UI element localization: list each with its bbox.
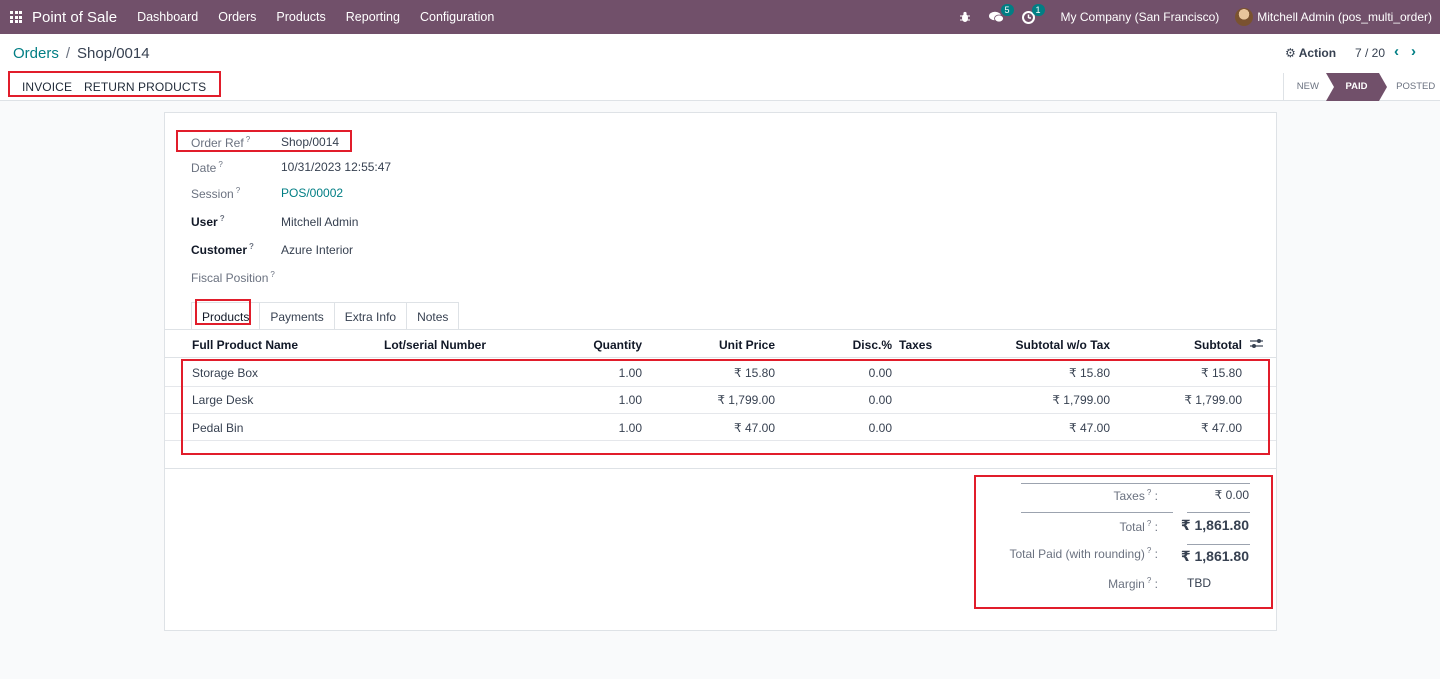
highlight-box-totals — [974, 475, 1273, 609]
pager-next-icon[interactable]: › — [1411, 43, 1416, 60]
user-menu[interactable]: Mitchell Admin (pos_multi_order) — [1257, 10, 1432, 24]
breadcrumb-orders[interactable]: Orders — [13, 45, 59, 62]
date-label: Date? — [191, 160, 223, 175]
column-header-unit-price[interactable]: Unit Price — [695, 338, 775, 352]
highlight-box-products-tab — [195, 299, 251, 325]
pager-previous-icon[interactable]: ‹ — [1394, 43, 1399, 60]
navbar-systray: 5 1 My Company (San Francisco) Mitchell … — [959, 0, 1440, 34]
tab-notes[interactable]: Notes — [406, 302, 460, 330]
breadcrumb-current: Shop/0014 — [77, 45, 150, 62]
menu-reporting[interactable]: Reporting — [346, 10, 400, 24]
column-header-discount[interactable]: Disc.% — [842, 338, 892, 352]
column-header-product-name[interactable]: Full Product Name — [192, 338, 298, 352]
tab-extra-info[interactable]: Extra Info — [333, 302, 408, 330]
highlight-box-buttons — [8, 71, 221, 97]
app-name[interactable]: Point of Sale — [32, 9, 117, 26]
highlight-box-order-lines — [181, 359, 1270, 455]
pager-value[interactable]: 7 / 20 — [1355, 46, 1385, 60]
main-menu: Dashboard Orders Products Reporting Conf… — [137, 10, 514, 24]
top-navbar: Point of Sale Dashboard Orders Products … — [0, 0, 1440, 34]
status-bar: NEW PAID POSTED — [1283, 73, 1440, 101]
column-header-lot-number[interactable]: Lot/serial Number — [384, 338, 486, 352]
optional-columns-icon[interactable] — [1250, 337, 1263, 352]
fiscal-position-field[interactable] — [281, 270, 481, 284]
menu-orders[interactable]: Orders — [218, 10, 256, 24]
chat-count-badge: 5 — [1000, 4, 1014, 16]
customer-field[interactable]: Azure Interior — [281, 243, 353, 257]
action-button[interactable]: ⚙ Action — [1285, 46, 1336, 60]
action-label: Action — [1298, 46, 1337, 60]
user-avatar[interactable] — [1235, 8, 1254, 26]
tab-payments[interactable]: Payments — [259, 302, 335, 330]
stage-paid[interactable]: PAID — [1325, 73, 1387, 101]
bug-icon[interactable] — [959, 11, 971, 23]
column-header-quantity[interactable]: Quantity — [562, 338, 642, 352]
customer-label: Customer? — [191, 242, 254, 257]
column-header-subtotal[interactable]: Subtotal — [1152, 338, 1242, 352]
menu-dashboard[interactable]: Dashboard — [137, 10, 198, 24]
gear-icon: ⚙ — [1285, 46, 1296, 60]
company-switcher[interactable]: My Company (San Francisco) — [1061, 10, 1220, 24]
menu-products[interactable]: Products — [276, 10, 325, 24]
session-link[interactable]: POS/00002 — [281, 186, 343, 200]
menu-configuration[interactable]: Configuration — [420, 10, 494, 24]
stage-posted[interactable]: POSTED — [1379, 73, 1440, 101]
column-header-taxes[interactable]: Taxes — [899, 338, 932, 352]
stage-new[interactable]: NEW — [1284, 73, 1326, 101]
activity-count-badge: 1 — [1031, 3, 1045, 16]
date-value: 10/31/2023 12:55:47 — [281, 160, 392, 174]
chat-icon[interactable]: 5 — [988, 4, 1014, 23]
highlight-box-order-ref — [176, 130, 352, 152]
breadcrumb: Orders / Shop/0014 — [13, 45, 150, 62]
user-field[interactable]: Mitchell Admin — [281, 215, 358, 229]
session-label: Session? — [191, 186, 241, 201]
fiscal-position-label: Fiscal Position? — [191, 270, 275, 285]
table-header-divider — [165, 357, 1276, 358]
tabs-divider — [165, 329, 1276, 330]
apps-menu-icon[interactable] — [10, 11, 22, 23]
sheet-divider — [165, 468, 1276, 469]
column-header-subtotal-wo-tax[interactable]: Subtotal w/o Tax — [990, 338, 1110, 352]
activity-clock-icon[interactable]: 1 — [1021, 3, 1045, 24]
breadcrumb-separator: / — [65, 45, 71, 62]
user-label: User? — [191, 214, 225, 229]
